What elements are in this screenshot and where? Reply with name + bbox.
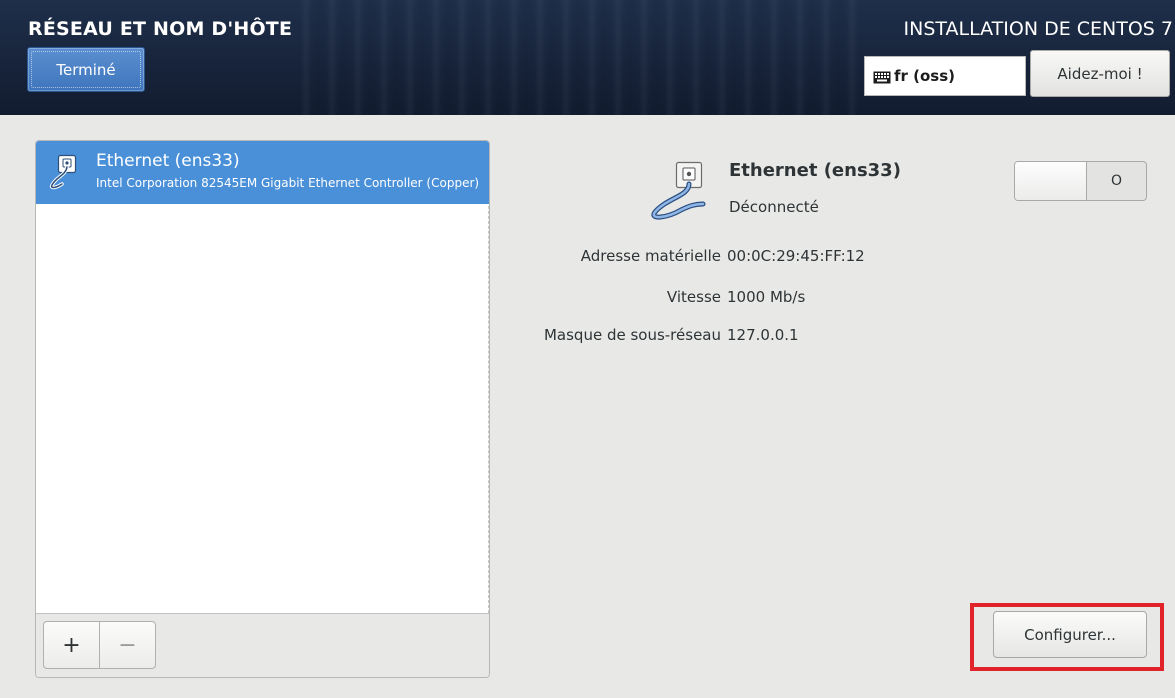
keyboard-layout-label: fr (oss) — [894, 67, 956, 85]
subnet-mask-label: Masque de sous-réseau — [543, 326, 721, 344]
ethernet-cable-icon — [645, 160, 720, 225]
hardware-address-label: Adresse matérielle — [580, 247, 721, 265]
device-list-toolbar: + − — [36, 613, 489, 677]
configure-button[interactable]: Configurer... — [993, 611, 1147, 658]
switch-knob — [1015, 162, 1087, 200]
done-button[interactable]: Terminé — [27, 47, 145, 92]
hardware-address-value: 00:0C:29:45:FF:12 — [727, 247, 865, 265]
device-detail-name: Ethernet (ens33) — [729, 160, 901, 181]
device-list: Ethernet (ens33) Intel Corporation 82545… — [36, 141, 489, 613]
help-button[interactable]: Aidez-moi ! — [1030, 50, 1170, 97]
switch-state-label: O — [1110, 173, 1123, 189]
speed-value: 1000 Mb/s — [727, 288, 806, 306]
keyboard-layout-indicator[interactable]: fr (oss) — [864, 56, 1026, 96]
device-list-item[interactable]: Ethernet (ens33) Intel Corporation 82545… — [36, 141, 489, 204]
device-status: Déconnecté — [729, 198, 819, 216]
subnet-mask-value: 127.0.0.1 — [727, 326, 799, 344]
header-bar: RÉSEAU ET NOM D'HÔTE Terminé INSTALLATIO… — [0, 0, 1175, 115]
device-name: Ethernet (ens33) — [96, 151, 240, 171]
product-title: INSTALLATION DE CENTOS 7 — [903, 18, 1173, 40]
device-description: Intel Corporation 82545EM Gigabit Ethern… — [96, 176, 480, 190]
keyboard-icon — [873, 70, 891, 83]
spoke-title: RÉSEAU ET NOM D'HÔTE — [28, 18, 293, 40]
ethernet-cable-icon — [46, 153, 82, 195]
remove-device-button[interactable]: − — [99, 621, 156, 669]
device-toggle-switch[interactable]: O — [1014, 161, 1147, 201]
device-list-panel: Ethernet (ens33) Intel Corporation 82545… — [35, 140, 490, 678]
add-device-button[interactable]: + — [43, 621, 100, 669]
speed-label: Vitesse — [666, 288, 721, 306]
